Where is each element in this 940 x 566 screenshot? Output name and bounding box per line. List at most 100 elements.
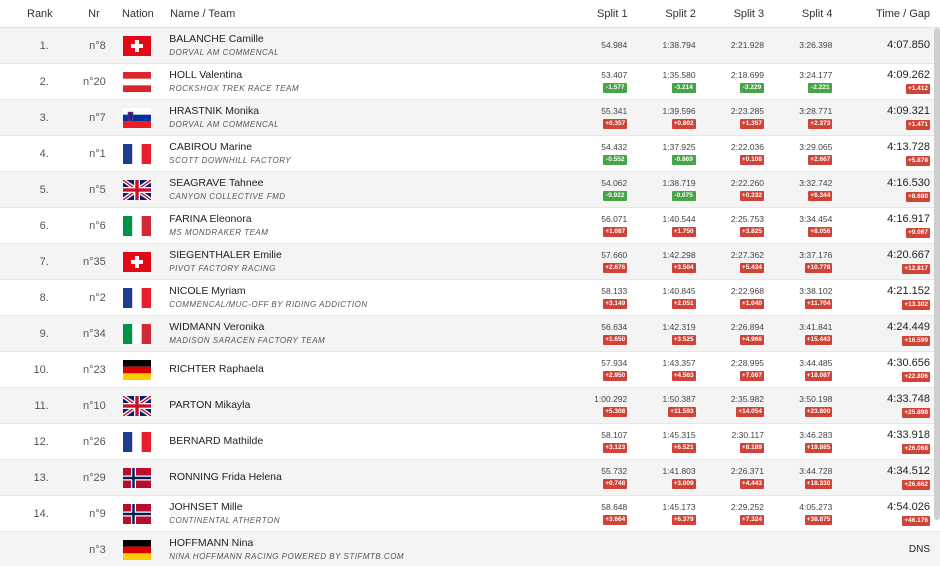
split-time: 1:37.925: [662, 142, 696, 152]
rider-name[interactable]: RONNING Frida Helena: [169, 471, 559, 484]
split-diff-badge: +2.667: [808, 155, 833, 165]
split-1: 53.407 -1.577: [559, 70, 628, 93]
table-row[interactable]: 12. n°26 BERNARD Mathilde 58.107 +3.123 1:45.…: [0, 424, 940, 460]
nation: [106, 143, 169, 164]
split-diff-badge: +23.800: [804, 407, 833, 417]
table-row[interactable]: 4. n°1 CABIROU Marine SCOTT DOWNHILL FACTOR…: [0, 136, 940, 172]
table-row[interactable]: 1. n°8 BALANCHE Camille DORVAL AM COMMENCAL…: [0, 28, 940, 64]
rider-name[interactable]: BALANCHE Camille: [169, 33, 559, 46]
table-row[interactable]: n°3 HOFFMANN Nina NINA HOFFMANN RACING POW…: [0, 532, 940, 566]
final-time: 4:33.918: [887, 429, 930, 441]
split-1: 1:00.292 +5.308: [559, 394, 628, 417]
team-name: MS MONDRAKER TEAM: [169, 227, 269, 237]
rider-name[interactable]: HOLL Valentina: [169, 69, 559, 82]
header-rank[interactable]: Rank: [0, 8, 61, 20]
results-table: Rank Nr Nation Name / Team Split 1 Split…: [0, 0, 940, 566]
split-3: 2:30.117 +8.189: [696, 430, 764, 453]
team-name: DORVAL AM COMMENCAL: [169, 119, 280, 129]
rider-name[interactable]: PARTON Mikayla: [169, 399, 559, 412]
split-time: 1:00.292: [594, 394, 628, 404]
table-row[interactable]: 8. n°2 NICOLE Myriam COMMENCAL/MUC-OFF BY R…: [0, 280, 940, 316]
table-row[interactable]: 3. n°7 HRASTNIK Monika DORVAL AM COMMENCAL 5…: [0, 100, 940, 136]
split-diff-badge: +3.825: [739, 227, 764, 237]
header-nr[interactable]: Nr: [61, 8, 107, 20]
split-time: 58.107: [601, 430, 628, 440]
header-split-2[interactable]: Split 2: [628, 8, 696, 20]
split-time: 2:18.699: [730, 70, 764, 80]
split-2: 1:38.794: [627, 40, 696, 51]
split-3: 2:23.285 +1.357: [696, 106, 764, 129]
header-nation[interactable]: Nation: [107, 8, 169, 20]
split-diff-badge: -3.229: [739, 83, 764, 93]
split-2: 1:39.596 +0.802: [627, 106, 696, 129]
rider-name[interactable]: FARINA Eleonora: [169, 213, 559, 226]
header-split-3[interactable]: Split 3: [696, 8, 765, 20]
nation: [106, 503, 169, 524]
nation: [106, 287, 169, 308]
table-row[interactable]: 2. n°20 HOLL Valentina ROCKSHOX TREK RACE T…: [0, 64, 940, 100]
split-4: 3:28.771 +2.373: [764, 106, 833, 129]
team-name: CANYON COLLECTIVE FMD: [169, 191, 286, 201]
split-time: 58.133: [601, 286, 628, 296]
split-diff-badge: +3.525: [671, 335, 696, 345]
split-diff-badge: +18.330: [804, 479, 833, 489]
split-time: 2:29.252: [730, 502, 764, 512]
table-row[interactable]: 13. n°29 RONNING Frida Helena 55.732 +0.748 1…: [0, 460, 940, 496]
split-diff-badge: -0.075: [671, 191, 696, 201]
split-time: 3:37.176: [799, 250, 833, 260]
rider-name[interactable]: HOFFMANN Nina: [169, 537, 559, 550]
split-1: 54.984: [559, 40, 627, 51]
nation: [106, 431, 169, 452]
table-row[interactable]: 7. n°35 SIEGENTHALER Emilie PIVOT FACTORY R…: [0, 244, 940, 280]
header-name-team[interactable]: Name / Team: [169, 8, 559, 20]
rider-name[interactable]: NICOLE Myriam: [169, 285, 559, 298]
header-time-gap[interactable]: Time / Gap: [832, 8, 940, 20]
split-1: 58.107 +3.123: [559, 430, 628, 453]
rank: 6.: [39, 219, 49, 232]
name-team: NICOLE Myriam COMMENCAL/MUC-OFF BY RIDING…: [168, 285, 559, 311]
split-diff-badge: +0.802: [671, 119, 696, 129]
final-time: 4:13.728: [887, 141, 930, 153]
header-split-1[interactable]: Split 1: [559, 8, 628, 20]
table-row[interactable]: 14. n°9 JOHNSET Mille CONTINENTAL ATHERTON 5…: [0, 496, 940, 532]
rider-name[interactable]: JOHNSET Mille: [169, 501, 559, 514]
table-row[interactable]: 9. n°34 WIDMANN Veronika MADISON SARACEN FA…: [0, 316, 940, 352]
name-team: WIDMANN Veronika MADISON SARACEN FACTORY …: [168, 321, 559, 347]
final-time: 4:16.917: [887, 213, 930, 225]
split-4: 3:41.841 +15.443: [764, 322, 833, 345]
split-time: 55.341: [601, 106, 628, 116]
italy-flag-icon: [123, 215, 151, 236]
split-diff-badge: +11.704: [805, 299, 833, 309]
split-time: 3:28.771: [799, 106, 833, 116]
split-4: 3:29.065 +2.667: [764, 142, 833, 165]
table-row[interactable]: 11. n°10 PARTON Mikayla 1:00.292 +5.308 1:50.…: [0, 388, 940, 424]
table-row[interactable]: 5. n°5 SEAGRAVE Tahnee CANYON COLLECTIVE FM…: [0, 172, 940, 208]
france-flag-icon: [123, 287, 151, 308]
split-1: 56.071 +1.087: [559, 214, 628, 237]
rider-name[interactable]: SEAGRAVE Tahnee: [169, 177, 559, 190]
rider-name[interactable]: BERNARD Mathilde: [169, 435, 559, 448]
nation: [106, 323, 169, 344]
split-time: 3:26.398: [799, 40, 833, 50]
bib-number: n°1: [89, 147, 106, 160]
rider-name[interactable]: WIDMANN Veronika: [169, 321, 559, 334]
table-row[interactable]: 10. n°23 RICHTER Raphaela 57.934 +2.950 1:43.…: [0, 352, 940, 388]
final-time: 4:09.321: [887, 105, 930, 117]
rider-name[interactable]: RICHTER Raphaela: [169, 363, 559, 376]
table-row[interactable]: 6. n°6 FARINA Eleonora MS MONDRAKER TEAM 56.…: [0, 208, 940, 244]
rider-name[interactable]: HRASTNIK Monika: [169, 105, 559, 118]
split-time: 2:28.995: [730, 358, 764, 368]
name-team: RICHTER Raphaela: [168, 363, 559, 376]
split-time: 3:44.485: [799, 358, 833, 368]
split-diff-badge: +2.051: [671, 299, 696, 309]
scrollbar[interactable]: [934, 28, 940, 520]
time-gap: 4:54.026 +46.176: [832, 501, 940, 526]
rider-name[interactable]: CABIROU Marine: [169, 141, 559, 154]
header-split-4[interactable]: Split 4: [764, 8, 833, 20]
switzerland-flag-icon: [123, 35, 151, 56]
name-team: HOLL Valentina ROCKSHOX TREK RACE TEAM: [168, 69, 559, 95]
name-team: FARINA Eleonora MS MONDRAKER TEAM: [168, 213, 559, 239]
split-time: 2:27.362: [730, 250, 764, 260]
time-gap: 4:16.530 +8.680: [832, 177, 940, 202]
rider-name[interactable]: SIEGENTHALER Emilie: [169, 249, 559, 262]
